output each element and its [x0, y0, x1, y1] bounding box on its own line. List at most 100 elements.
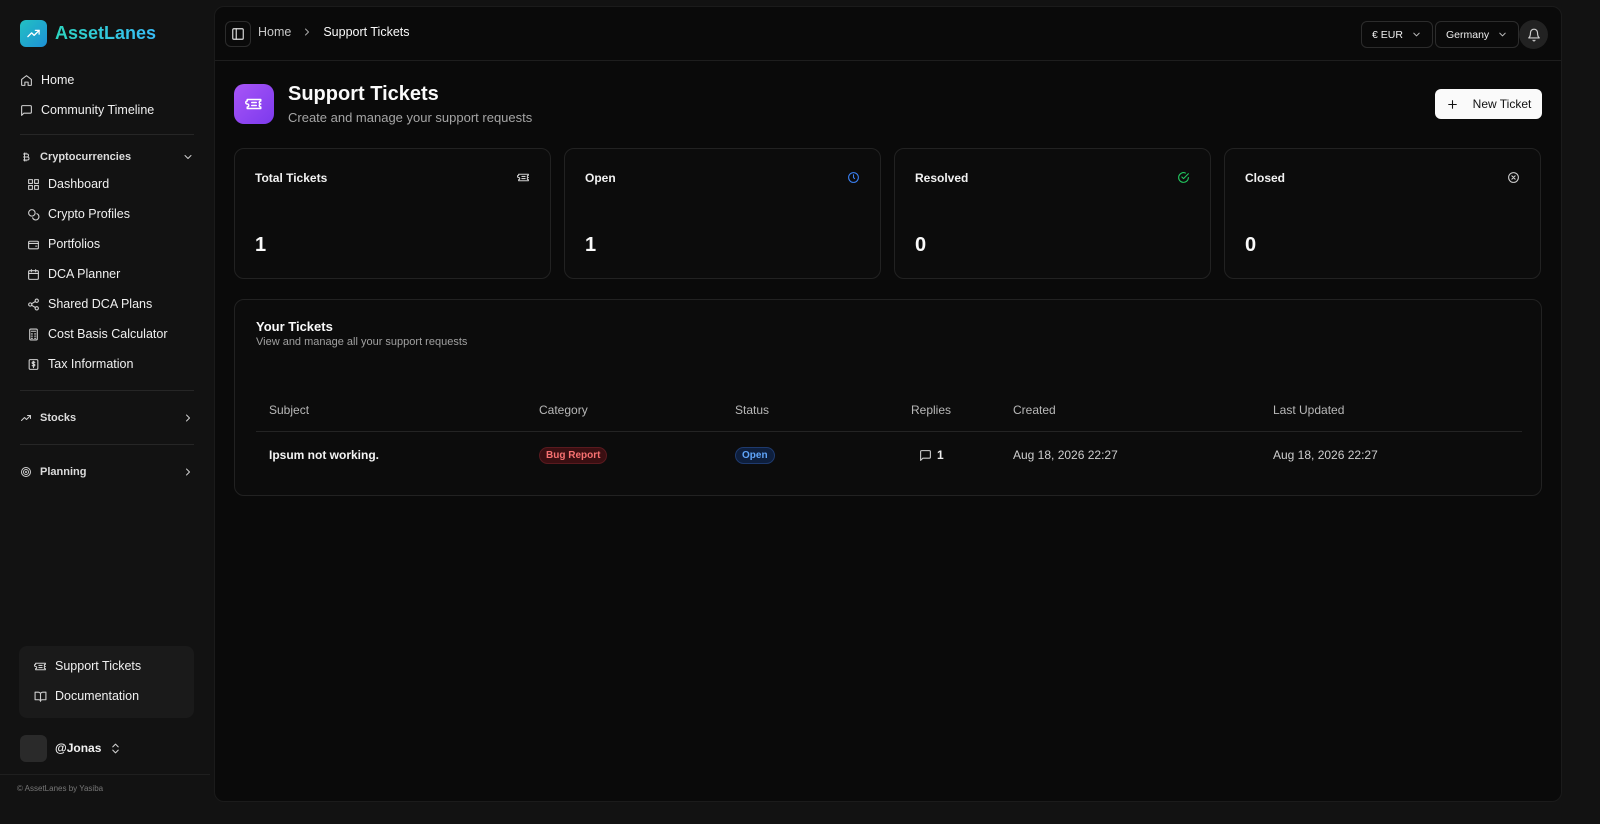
column-header-status[interactable]: Status [735, 403, 769, 417]
sidebar-divider [20, 444, 194, 445]
sidebar-item-home[interactable]: Home [20, 70, 74, 90]
avatar [20, 734, 47, 762]
page-title: Support Tickets [288, 83, 439, 105]
stat-value: 1 [255, 234, 267, 256]
sidebar-item-crypto-profiles[interactable]: Crypto Profiles [27, 204, 130, 224]
sidebar-divider [0, 774, 210, 775]
stat-card-resolved: Resolved 0 [894, 148, 1211, 279]
sidebar-section-stocks[interactable]: Stocks [20, 408, 194, 428]
calculator-icon [27, 328, 40, 341]
sidebar-section-cryptocurrencies[interactable]: Cryptocurrencies [20, 147, 194, 167]
ticket-subject[interactable]: Ipsum not working. [269, 446, 379, 464]
section-label: Stocks [40, 412, 77, 424]
user-menu[interactable]: @Jonas [20, 734, 194, 762]
brand[interactable]: AssetLanes [20, 20, 156, 47]
sidebar-item-documentation[interactable]: Documentation [34, 686, 139, 706]
stat-label: Open [585, 171, 616, 185]
sidebar-item-label: Shared DCA Plans [48, 297, 153, 311]
sidebar-item-shared-dca-plans[interactable]: Shared DCA Plans [27, 294, 152, 314]
column-header-created[interactable]: Created [1013, 403, 1056, 417]
category-badge: Bug Report [539, 446, 608, 464]
grid-icon [27, 178, 40, 191]
brand-name: AssetLanes [55, 23, 157, 43]
ticket-icon [234, 84, 274, 124]
receipt-icon [27, 358, 40, 371]
sidebar-section-planning[interactable]: Planning [20, 462, 194, 482]
status-cell: Open [735, 446, 775, 464]
trending-up-icon [20, 20, 47, 47]
sidebar-item-label: Home [41, 73, 75, 87]
replies-cell: 1 [919, 446, 944, 464]
sidebar-bottom-links: Support Tickets Documentation [19, 646, 194, 718]
stat-value: 1 [585, 234, 597, 256]
breadcrumb: Home Support Tickets [258, 25, 410, 39]
home-icon [20, 74, 33, 87]
stat-value: 0 [1245, 234, 1257, 256]
topbar: Home Support Tickets € EUR Germany [215, 7, 1561, 61]
calendar-icon [27, 268, 40, 281]
sidebar-item-dca-planner[interactable]: DCA Planner [27, 264, 120, 284]
created-cell: Aug 18, 2026 22:27 [1013, 448, 1118, 462]
footer-text: © AssetLanes by Yasiba [17, 784, 104, 793]
country-select[interactable]: Germany [1435, 21, 1520, 48]
message-square-icon [919, 449, 937, 462]
ticket-icon [34, 660, 47, 673]
main-panel: Home Support Tickets € EUR Germany Suppo… [214, 6, 1562, 802]
stat-label: Total Tickets [255, 171, 328, 185]
table-divider [256, 431, 1522, 432]
chevron-down-icon [1411, 29, 1422, 40]
x-circle-icon [1507, 171, 1520, 184]
currency-select[interactable]: € EUR [1361, 21, 1433, 48]
sidebar-item-label: Dashboard [48, 177, 110, 191]
sidebar-divider [20, 390, 194, 391]
sidebar-item-dashboard[interactable]: Dashboard [27, 174, 109, 194]
section-label: Planning [40, 466, 87, 478]
chevron-right-icon [182, 466, 194, 478]
chevron-right-icon [182, 412, 194, 424]
reply-count: 1 [937, 448, 944, 462]
column-header-subject[interactable]: Subject [269, 403, 309, 417]
tickets-card: Your Tickets View and manage all your su… [234, 299, 1542, 496]
stat-card-closed: Closed 0 [1224, 148, 1541, 279]
plus-icon [1446, 98, 1459, 111]
sidebar-item-label: Portfolios [48, 237, 101, 251]
sidebar-item-tax-information[interactable]: Tax Information [27, 354, 133, 374]
column-header-last-updated[interactable]: Last Updated [1273, 403, 1344, 417]
column-header-category[interactable]: Category [539, 403, 588, 417]
user-name: @Jonas [55, 741, 102, 755]
sidebar-item-label: DCA Planner [48, 267, 121, 281]
sidebar-item-cost-basis-calculator[interactable]: Cost Basis Calculator [27, 324, 168, 344]
message-square-icon [20, 104, 33, 117]
chevron-down-icon [182, 151, 194, 163]
sidebar-item-label: Tax Information [48, 357, 134, 371]
sidebar-item-portfolios[interactable]: Portfolios [27, 234, 100, 254]
breadcrumb-home[interactable]: Home [258, 25, 291, 39]
updated-cell: Aug 18, 2026 22:27 [1273, 448, 1378, 462]
status-badge: Open [735, 446, 775, 464]
bitcoin-icon [20, 151, 40, 163]
breadcrumb-current: Support Tickets [323, 25, 410, 39]
stat-label: Closed [1245, 171, 1286, 185]
share-icon [27, 298, 40, 311]
sidebar-item-support-tickets[interactable]: Support Tickets [34, 656, 141, 676]
tickets-subtitle: View and manage all your support request… [256, 336, 468, 348]
new-ticket-button[interactable]: New Ticket [1435, 89, 1542, 119]
sidebar-toggle-button[interactable] [225, 21, 251, 47]
country-value: Germany [1446, 28, 1490, 41]
book-icon [34, 690, 47, 703]
bell-icon [1527, 28, 1541, 42]
clock-icon [847, 171, 860, 184]
section-label: Cryptocurrencies [40, 151, 132, 163]
tickets-title: Your Tickets [256, 319, 333, 334]
new-ticket-label: New Ticket [1472, 97, 1532, 111]
sidebar: AssetLanes Home Community Timeline Crypt… [0, 0, 215, 824]
chevron-right-icon [301, 26, 313, 38]
column-header-replies[interactable]: Replies [911, 403, 951, 417]
chevrons-up-down-icon [109, 742, 122, 755]
check-circle-icon [1177, 171, 1190, 184]
sidebar-divider [20, 134, 194, 135]
notifications-button[interactable] [1519, 20, 1548, 49]
sidebar-item-community-timeline[interactable]: Community Timeline [20, 100, 154, 120]
sidebar-item-label: Support Tickets [55, 659, 142, 673]
sidebar-item-label: Cost Basis Calculator [48, 327, 168, 341]
